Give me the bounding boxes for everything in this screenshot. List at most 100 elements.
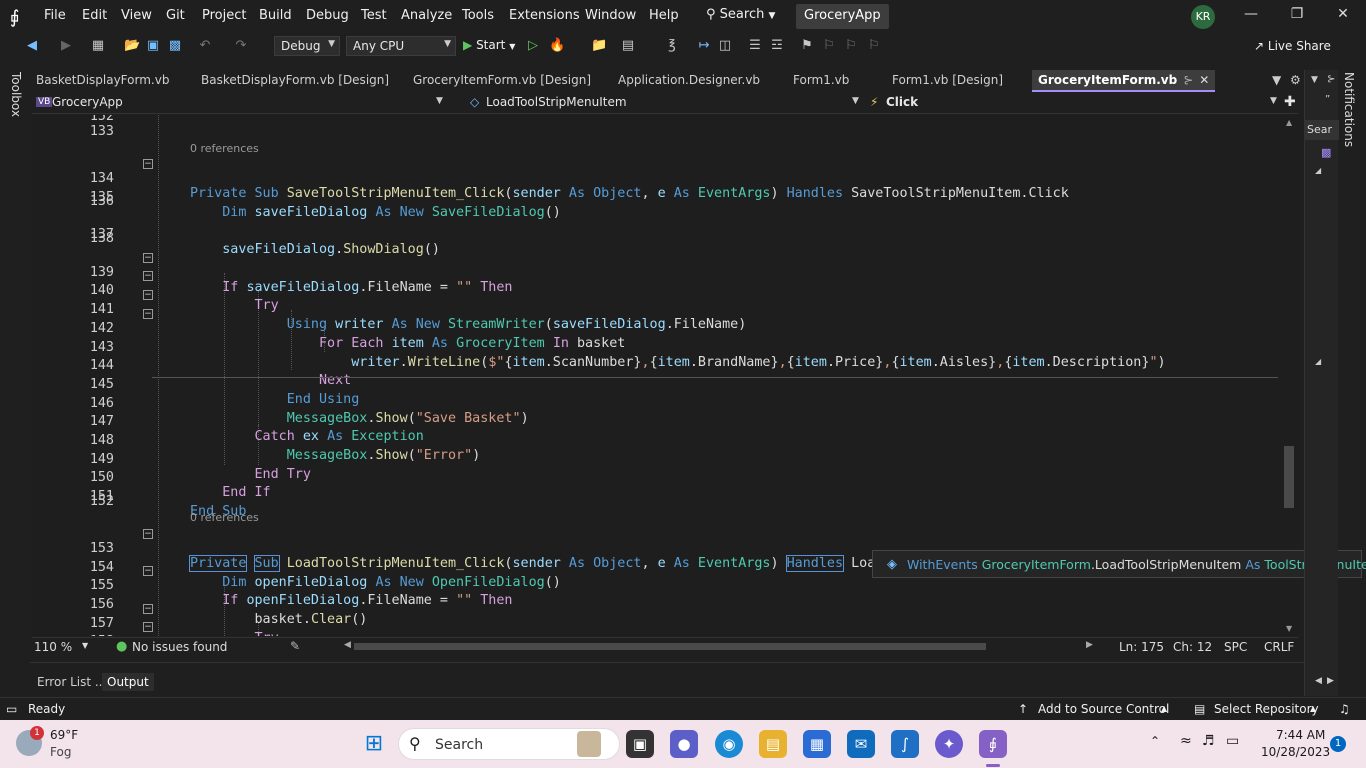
chevron-up-icon[interactable]: ⌃ [1150,734,1160,748]
chevron-down-icon[interactable]: ▼ [852,96,859,106]
add-to-source-control[interactable]: Add to Source Control [1038,702,1169,716]
menu-tools[interactable]: Tools [462,8,494,23]
select-repository[interactable]: Select Repository [1214,702,1319,716]
chevron-up-icon[interactable]: ▲ [1310,704,1316,713]
menu-edit[interactable]: Edit [82,8,107,23]
search-menu[interactable]: ⚲ Search ▼ [700,5,781,27]
volume-icon[interactable]: ♬ [1202,733,1215,749]
collapse-icon[interactable]: − [143,290,153,300]
live-share-button[interactable]: ↗ Live Share [1254,39,1331,53]
tab-application-designer[interactable]: Application.Designer.vb [612,70,766,92]
tab-grocery-item-form[interactable]: GroceryItemForm.vb ⊱ ✕ [1032,70,1216,92]
wifi-icon[interactable]: ≈ [1180,733,1192,749]
tab-basket-display-form[interactable]: BasketDisplayForm.vb [30,70,175,92]
close-icon[interactable]: ✕ [1199,73,1209,87]
whitespace-indicator[interactable]: SPC [1224,640,1247,654]
expand-icon[interactable]: ◢ [1315,166,1321,175]
collapse-icon[interactable]: − [143,566,153,576]
bookmark-icon[interactable]: ⚑ [799,38,815,54]
notifications-tab[interactable]: Notifications [1342,72,1356,147]
tab-basket-display-form-design[interactable]: BasketDisplayForm.vb [Design] [195,70,395,92]
tab-output[interactable]: Output [102,673,154,691]
solution-search-input[interactable]: Sear [1305,120,1339,140]
windows-start-icon[interactable]: ⊞ [360,730,388,758]
menu-file[interactable]: File [44,8,66,23]
event-dropdown[interactable]: Click [886,95,918,109]
collapse-icon[interactable]: − [143,529,153,539]
scroll-up-icon[interactable]: ▲ [1286,118,1292,127]
next-bookmark-icon[interactable]: ⚐ [843,38,859,54]
platform-select[interactable]: Any CPU ▼ [346,36,456,56]
cleanup-icon[interactable]: ✎ [290,639,300,653]
menu-analyze[interactable]: Analyze [401,8,452,23]
chevron-up-icon[interactable]: ▲ [1161,704,1167,713]
start-button[interactable]: ▶ Start ▼ [463,38,515,52]
weather-desc[interactable]: Fog [50,745,71,759]
collapse-icon[interactable]: − [143,309,153,319]
expand-icon[interactable]: ◢ [1315,357,1321,366]
hot-reload-icon[interactable]: 🔥 [549,38,565,54]
project-icon[interactable]: ▩ [1321,146,1331,159]
save-icon[interactable]: ▣ [145,38,161,54]
open-folder-icon[interactable]: 📂 [124,38,140,54]
codelens-references[interactable]: 0 references [190,142,259,155]
copilot-icon[interactable]: ✦ [935,730,963,758]
uncomment-icon[interactable]: ☲ [769,38,785,54]
bell-icon[interactable]: ♫ [1339,702,1350,716]
taskbar-search[interactable]: ⚲ Search [398,728,620,760]
battery-icon[interactable]: ▭ [1226,733,1239,749]
file-explorer-icon[interactable]: ▤ [759,730,787,758]
line-ending-indicator[interactable]: CRLF [1264,640,1294,654]
codelens-references[interactable]: 0 references [190,511,259,524]
scroll-left-icon[interactable]: ◀ [1315,676,1322,686]
chevron-down-icon[interactable]: ▼ [436,96,443,106]
zoom-select[interactable]: 110 % [34,640,72,654]
solution-explorer-icon[interactable]: 📁 [591,38,607,54]
copy-icon[interactable]: ◫ [717,38,733,54]
toolbox-tab[interactable]: Toolbox [9,72,23,117]
menu-view[interactable]: View [121,8,152,23]
notification-count[interactable]: 1 [1330,736,1346,752]
member-dropdown[interactable]: LoadToolStripMenuItem [486,95,627,109]
scrollbar-thumb[interactable] [1284,446,1294,508]
collapse-icon[interactable]: − [143,271,153,281]
visual-studio-logo-icon[interactable]: ⨖ [10,7,32,28]
line-indicator[interactable]: Ln: 175 [1119,640,1164,654]
menu-build[interactable]: Build [259,8,292,23]
menu-debug[interactable]: Debug [306,8,349,23]
start-without-debugging-icon[interactable]: ▷ [525,38,541,54]
step-icon[interactable]: ↦ [696,38,712,54]
scroll-right-icon[interactable]: ▶ [1327,676,1334,686]
chevron-down-icon[interactable]: ▼ [82,641,88,650]
menu-git[interactable]: Git [166,8,185,23]
new-project-icon[interactable]: ▦ [90,38,106,54]
weather-temp[interactable]: 69°F [50,728,78,742]
tab-form1[interactable]: Form1.vb [787,70,855,92]
clear-bookmarks-icon[interactable]: ⚐ [866,38,882,54]
minimize-icon[interactable]: — [1238,6,1264,26]
visual-studio-taskbar-icon[interactable]: ⨖ [979,730,1007,758]
prev-bookmark-icon[interactable]: ⚐ [821,38,837,54]
mail-icon[interactable]: ✉ [847,730,875,758]
scroll-left-icon[interactable]: ◀ [344,640,351,650]
redo-icon[interactable]: ↷ [233,38,249,54]
split-icon[interactable]: ✚ [1284,94,1296,110]
chevron-down-icon[interactable]: ▼ [1311,75,1318,85]
close-icon[interactable]: ✕ [1330,6,1356,26]
pin-icon[interactable]: ⊱ [1183,73,1193,87]
clock-date[interactable]: 10/28/2023 [1261,745,1330,759]
forward-icon[interactable]: ▶ [58,38,74,54]
save-all-icon[interactable]: ▩ [167,38,183,54]
solution-name-badge[interactable]: GroceryApp [796,4,889,29]
scroll-down-icon[interactable]: ▼ [1286,624,1292,633]
teams-icon[interactable]: ● [670,730,698,758]
spell-check-icon[interactable]: ℥ [664,38,680,54]
more-icon[interactable]: ” [1325,94,1330,105]
collapse-icon[interactable]: − [143,159,153,169]
collapse-icon[interactable]: − [143,622,153,632]
scroll-right-icon[interactable]: ▶ [1086,640,1093,650]
configuration-select[interactable]: Debug ▼ [274,36,340,56]
column-indicator[interactable]: Ch: 12 [1173,640,1212,654]
menu-project[interactable]: Project [202,8,246,23]
user-avatar[interactable]: KR [1191,5,1215,29]
